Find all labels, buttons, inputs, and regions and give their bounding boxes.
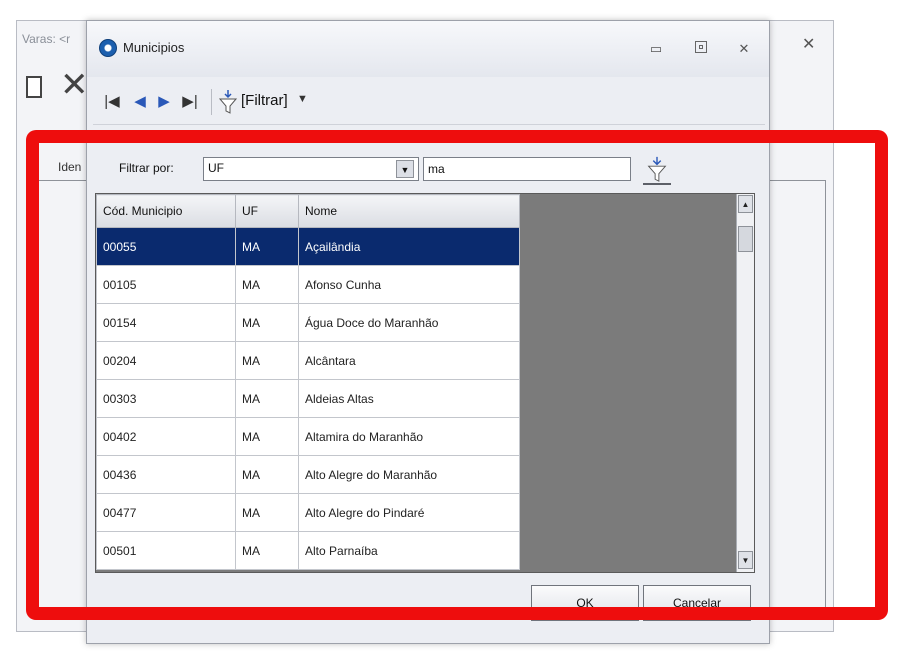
new-document-icon[interactable]	[26, 76, 42, 98]
filter-bar: Filtrar por: UF ▼ ma	[93, 125, 765, 185]
table-row[interactable]: 00303 MA Aldeias Altas	[96, 379, 520, 418]
cell-codigo: 00501	[96, 531, 236, 570]
app-circle-icon	[99, 39, 117, 57]
cell-nome: Açailândia	[298, 227, 520, 266]
filter-field-select[interactable]: UF ▼	[203, 157, 419, 181]
close-icon[interactable]: ✕	[735, 41, 753, 59]
next-record-icon[interactable]: ▶	[155, 91, 173, 113]
delete-icon[interactable]: ✕	[60, 68, 89, 102]
cell-uf: MA	[235, 303, 299, 342]
cell-uf: MA	[235, 227, 299, 266]
filter-by-label: Filtrar por:	[119, 161, 174, 175]
cell-nome: Água Doce do Maranhão	[298, 303, 520, 342]
cell-uf: MA	[235, 531, 299, 570]
filter-field-value: UF	[208, 161, 224, 175]
vertical-scrollbar[interactable]: ▲ ▼	[736, 194, 754, 572]
cell-codigo: 00402	[96, 417, 236, 456]
prev-record-icon[interactable]: ◀	[131, 91, 149, 113]
cell-codigo: 00436	[96, 455, 236, 494]
cell-nome: Aldeias Altas	[298, 379, 520, 418]
cell-codigo: 00204	[96, 341, 236, 380]
scroll-up-icon[interactable]: ▲	[738, 195, 753, 213]
scroll-thumb[interactable]	[738, 226, 753, 252]
cell-nome: Alto Alegre do Maranhão	[298, 455, 520, 494]
cancel-button[interactable]: Cancelar	[643, 585, 751, 621]
column-header-codigo[interactable]: Cód. Municipio	[96, 194, 236, 228]
maximize-icon[interactable]	[695, 41, 707, 53]
cell-uf: MA	[235, 417, 299, 456]
table-row[interactable]: 00436 MA Alto Alegre do Maranhão	[96, 455, 520, 494]
toolbar-separator	[211, 89, 212, 115]
table-row[interactable]: 00105 MA Afonso Cunha	[96, 265, 520, 304]
cell-uf: MA	[235, 265, 299, 304]
table-row[interactable]: 00154 MA Água Doce do Maranhão	[96, 303, 520, 342]
cell-codigo: 00055	[96, 227, 236, 266]
parent-id-label: Iden	[58, 160, 82, 174]
cell-codigo: 00105	[96, 265, 236, 304]
cell-nome: Altamira do Maranhão	[298, 417, 520, 456]
dialog-title: Municipios	[123, 40, 185, 55]
filter-menu-button[interactable]: [Filtrar]	[241, 92, 288, 109]
funnel-icon[interactable]	[219, 89, 237, 115]
last-record-icon[interactable]: ▶|	[179, 91, 201, 113]
filter-search-input[interactable]: ma	[423, 157, 631, 181]
cell-nome: Afonso Cunha	[298, 265, 520, 304]
cell-uf: MA	[235, 379, 299, 418]
table-row[interactable]: 00477 MA Alto Alegre do Pindaré	[96, 493, 520, 532]
maximize-inner-box	[699, 45, 703, 49]
cell-codigo: 00303	[96, 379, 236, 418]
navigation-toolbar: |◀ ◀ ▶ ▶| [Filtrar] ▼	[93, 77, 765, 125]
table-row[interactable]: 00204 MA Alcântara	[96, 341, 520, 380]
table-row[interactable]: 00501 MA Alto Parnaíba	[96, 531, 520, 570]
municipios-dialog: Municipios ▭ ✕ |◀ ◀ ▶ ▶| [Filtrar] ▼ Fil…	[86, 20, 770, 644]
cell-uf: MA	[235, 493, 299, 532]
cell-codigo: 00154	[96, 303, 236, 342]
ok-button[interactable]: OK	[531, 585, 639, 621]
dialog-titlebar[interactable]: Municipios ▭ ✕	[87, 21, 769, 77]
scroll-down-icon[interactable]: ▼	[738, 551, 753, 569]
table-row[interactable]: 00402 MA Altamira do Maranhão	[96, 417, 520, 456]
cell-nome: Alto Alegre do Pindaré	[298, 493, 520, 532]
municipios-grid: Cód. Municipio UF Nome 00055 MA Açailând…	[95, 193, 755, 573]
minimize-icon[interactable]: ▭	[647, 41, 665, 59]
apply-filter-icon[interactable]	[643, 155, 671, 185]
grid-table: Cód. Municipio UF Nome 00055 MA Açailând…	[96, 194, 520, 570]
cell-nome: Alcântara	[298, 341, 520, 380]
parent-close-icon[interactable]: ✕	[802, 34, 815, 54]
grid-header-row: Cód. Municipio UF Nome	[96, 194, 520, 228]
cell-codigo: 00477	[96, 493, 236, 532]
cell-uf: MA	[235, 455, 299, 494]
table-row[interactable]: 00055 MA Açailândia	[96, 227, 520, 266]
cell-nome: Alto Parnaíba	[298, 531, 520, 570]
dropdown-arrow-icon[interactable]: ▼	[396, 160, 414, 178]
column-header-uf[interactable]: UF	[235, 194, 299, 228]
column-header-nome[interactable]: Nome	[298, 194, 520, 228]
cell-uf: MA	[235, 341, 299, 380]
parent-window-title: Varas: <r	[22, 32, 71, 46]
first-record-icon[interactable]: |◀	[101, 91, 123, 113]
chevron-down-icon[interactable]: ▼	[297, 93, 308, 105]
